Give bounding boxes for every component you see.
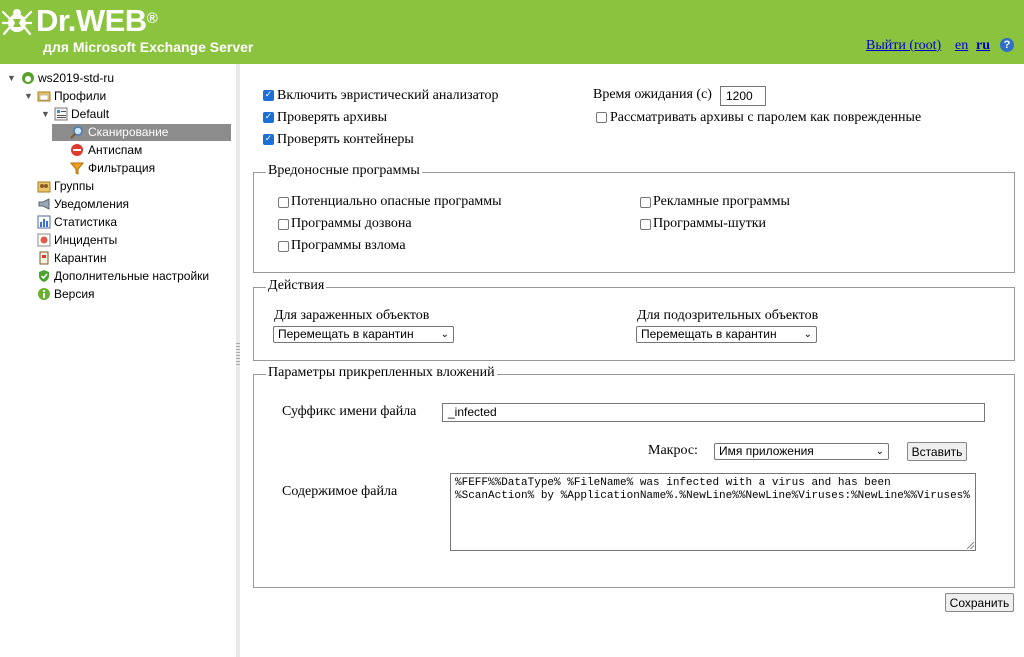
- timeout-label: Время ожидания (с): [593, 87, 712, 102]
- suffix-label: Суффикс имени файла: [282, 404, 417, 419]
- textarea-text: %FEFF%%DataType% %FileName% was infected…: [455, 477, 970, 502]
- brand-subtitle: для Microsoft Exchange Server: [43, 39, 254, 55]
- splitter-grip-icon[interactable]: [236, 343, 240, 365]
- jokes-checkbox[interactable]: [640, 219, 651, 230]
- header-bar: Dr.WEB® для Microsoft Exchange Server Вы…: [0, 0, 1024, 64]
- info-icon: [38, 288, 50, 300]
- password-archives-checkbox[interactable]: [596, 112, 607, 123]
- chevron-down-icon: ⌄: [440, 329, 449, 340]
- insert-button[interactable]: Вставить: [907, 442, 967, 461]
- tree-label: Инциденты: [54, 233, 118, 247]
- lang-en-link[interactable]: en: [955, 38, 968, 54]
- megaphone-icon: [38, 198, 50, 210]
- expand-arrow-icon[interactable]: ▼: [41, 105, 50, 123]
- navigation-tree: ▼ ws2019-std-ru ▼ Профили ▼ Default Скан…: [0, 64, 236, 657]
- jokes-label: Программы-шутки: [653, 216, 767, 231]
- brand-name: Dr.WEB®: [36, 3, 158, 38]
- hacktools-label: Программы взлома: [291, 238, 406, 253]
- select-value: Перемещать в карантин: [641, 327, 777, 341]
- shield-icon: [39, 270, 49, 282]
- quarantine-icon: [39, 251, 49, 265]
- actions-group: [253, 287, 1015, 361]
- macro-select[interactable]: Имя приложения ⌄: [714, 443, 889, 460]
- no-entry-icon: [71, 144, 83, 156]
- magnifier-icon: [70, 126, 83, 139]
- expand-arrow-icon[interactable]: ▼: [24, 87, 33, 105]
- profile-icon: [54, 107, 68, 121]
- containers-label: Проверять контейнеры: [277, 132, 414, 147]
- infected-label: Для зараженных объектов: [274, 308, 430, 323]
- suspicious-label: Для подозрительных объектов: [637, 308, 819, 323]
- tree-label: Антиспам: [88, 143, 143, 157]
- save-button[interactable]: Сохранить: [945, 593, 1014, 612]
- tree-label: Группы: [54, 179, 94, 193]
- content-textarea[interactable]: %FEFF%%DataType% %FileName% was infected…: [450, 473, 976, 551]
- folder-icon: [37, 91, 51, 102]
- macro-label: Макрос:: [648, 443, 698, 458]
- actions-legend: Действия: [266, 278, 327, 294]
- timeout-input[interactable]: 1200: [720, 86, 766, 106]
- help-icon[interactable]: ?: [1000, 38, 1014, 52]
- tree-label: Фильтрация: [88, 161, 156, 175]
- chevron-down-icon: ⌄: [803, 329, 812, 340]
- containers-checkbox[interactable]: ✓: [263, 134, 274, 145]
- dialers-label: Программы дозвона: [291, 216, 412, 231]
- statistics-icon: [37, 215, 51, 229]
- tree-label: Профили: [54, 89, 107, 103]
- logout-link[interactable]: Выйти (root): [866, 38, 941, 54]
- adware-label: Рекламные программы: [653, 194, 790, 209]
- password-archives-label: Рассматривать архивы с паролем как повре…: [610, 110, 922, 125]
- drweb-spider-logo-icon: [2, 9, 32, 36]
- tree-label: Уведомления: [54, 197, 130, 211]
- tree-label: Статистика: [54, 215, 118, 229]
- tree-label: Сканирование: [88, 125, 169, 139]
- expand-arrow-icon[interactable]: ▼: [7, 69, 16, 87]
- attachments-legend: Параметры прикрепленных вложений: [266, 365, 497, 381]
- tree-label: Карантин: [54, 251, 107, 265]
- dialers-checkbox[interactable]: [278, 219, 289, 230]
- hacktools-checkbox[interactable]: [278, 241, 289, 252]
- tree-label: Версия: [54, 287, 95, 301]
- infected-action-select[interactable]: Перемещать в карантин ⌄: [273, 326, 454, 343]
- heuristic-label: Включить эвристический анализатор: [277, 88, 499, 103]
- adware-checkbox[interactable]: [640, 197, 651, 208]
- suffix-input[interactable]: _infected: [442, 403, 985, 422]
- filter-funnel-icon: [70, 162, 84, 175]
- malware-legend: Вредоносные программы: [266, 163, 422, 179]
- server-spider-icon: [22, 72, 34, 84]
- heuristic-checkbox[interactable]: ✓: [263, 90, 274, 101]
- resize-grip-icon[interactable]: [967, 542, 974, 549]
- select-value: Перемещать в карантин: [278, 327, 414, 341]
- content-label: Содержимое файла: [282, 484, 398, 499]
- select-value: Имя приложения: [719, 444, 814, 458]
- lang-ru-link[interactable]: ru: [976, 38, 990, 54]
- tree-label: Default: [71, 107, 110, 121]
- archives-label: Проверять архивы: [277, 110, 388, 125]
- groups-icon: [37, 181, 51, 193]
- archives-checkbox[interactable]: ✓: [263, 112, 274, 123]
- chevron-down-icon: ⌄: [875, 446, 884, 457]
- tree-label: Дополнительные настройки: [54, 269, 210, 283]
- suspicious-action-select[interactable]: Перемещать в карантин ⌄: [636, 326, 817, 343]
- tree-label: ws2019-std-ru: [38, 71, 115, 85]
- riskware-label: Потенциально опасные программы: [291, 194, 502, 209]
- incidents-icon: [37, 233, 51, 247]
- riskware-checkbox[interactable]: [278, 197, 289, 208]
